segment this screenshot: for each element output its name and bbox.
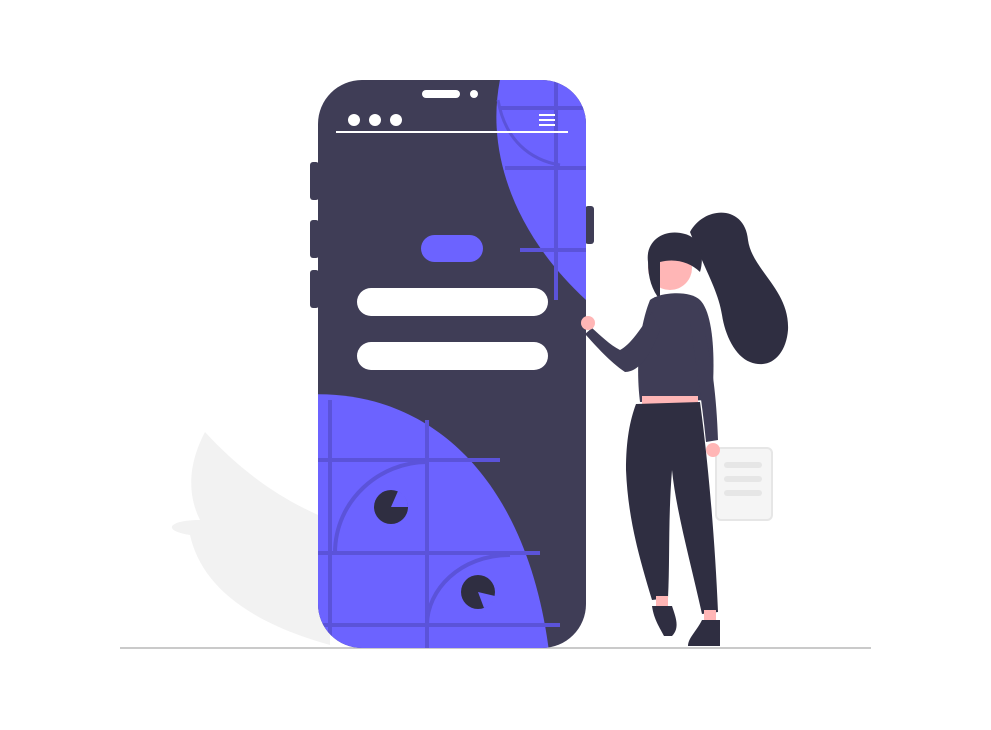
phone-input-field[interactable] [357,342,548,370]
hand [706,443,720,457]
phone-input-field[interactable] [357,288,548,316]
document-card [715,447,773,521]
pie-chart-icon [374,490,409,524]
woman-figure [581,212,789,646]
phone-side-button [310,220,319,258]
phone [318,80,586,648]
document-line [724,490,762,496]
document-line [724,476,762,482]
phone-side-button [310,162,319,200]
pants [626,402,718,614]
hamburger-menu-icon[interactable] [539,114,555,126]
phone-speaker [422,90,460,98]
phone-header-pill [421,235,483,262]
phone-side-button [310,270,319,308]
hand [581,316,595,330]
pie-chart-icon [461,575,495,609]
three-dots-icon [348,114,402,126]
illustration [120,80,871,649]
background-leaf [171,432,330,645]
phone-side-button [585,206,594,244]
shoe [652,606,677,636]
document-line [724,462,762,468]
camera-dot-icon [470,90,478,98]
shoe [688,620,720,646]
